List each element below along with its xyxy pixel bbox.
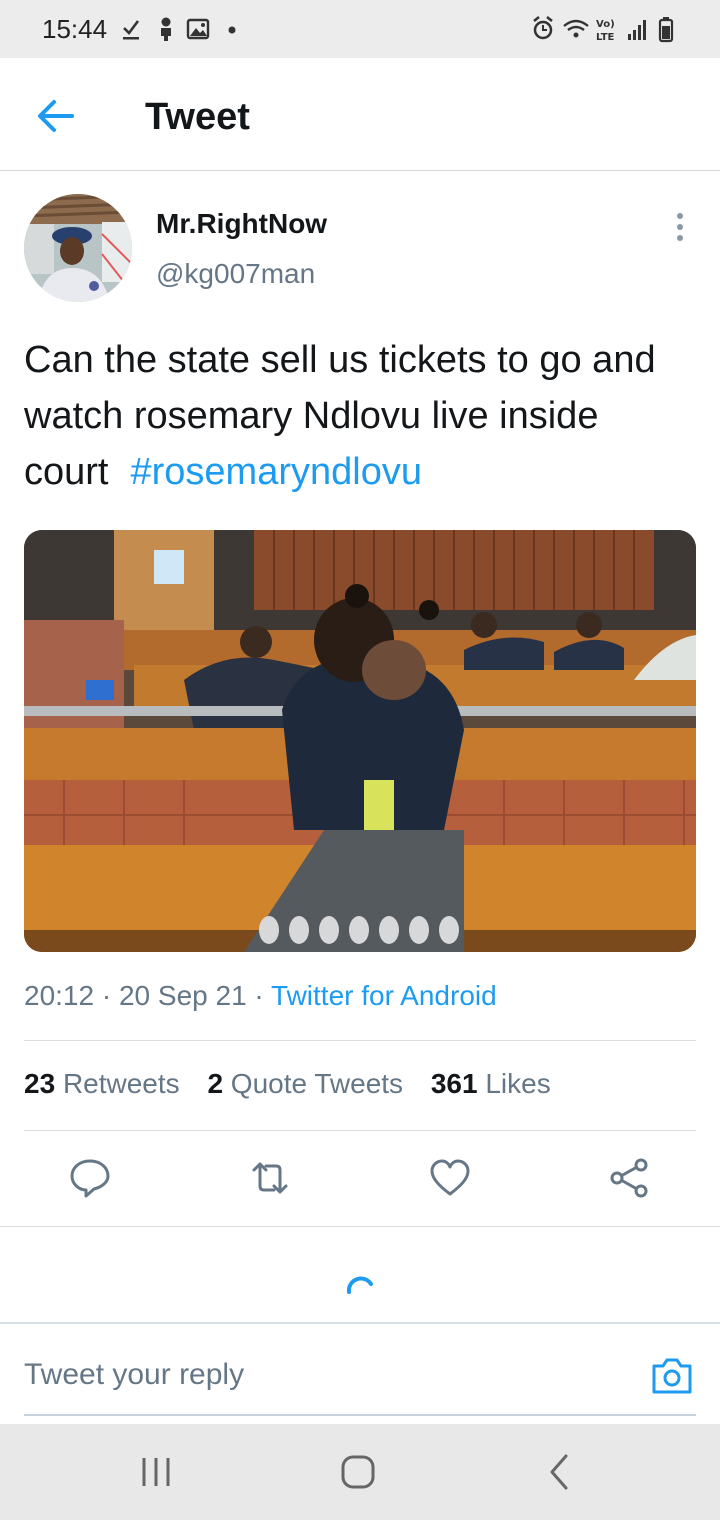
- system-back-icon[interactable]: [538, 1450, 582, 1494]
- tweet-date: 20 Sep 21: [118, 980, 247, 1011]
- notification-icons: [123, 17, 236, 41]
- heart-icon[interactable]: [428, 1156, 472, 1200]
- recent-apps-icon[interactable]: [134, 1450, 178, 1494]
- tweet-meta: 20:12 · 20 Sep 21 · Twitter for Android: [24, 980, 497, 1012]
- divider: [24, 1130, 696, 1131]
- status-bar: 15:44 Vo) LTE: [0, 0, 720, 58]
- app-bar: Tweet: [0, 58, 720, 171]
- home-icon[interactable]: [336, 1450, 380, 1494]
- status-time: 15:44: [42, 14, 108, 44]
- reply-composer: Tweet your reply: [0, 1322, 720, 1426]
- tweet-stats: 23 Retweets 2 Quote Tweets 361 Likes: [24, 1068, 571, 1100]
- retweets-stat[interactable]: 23 Retweets: [24, 1068, 180, 1099]
- likes-label: Likes: [485, 1068, 551, 1099]
- svg-text:Vo): Vo): [596, 19, 615, 30]
- tweet-text: Can the state sell us tickets to go and …: [24, 332, 694, 500]
- camera-icon[interactable]: [650, 1354, 694, 1398]
- meta-separator: ·: [101, 980, 112, 1011]
- reply-input[interactable]: Tweet your reply: [24, 1358, 244, 1392]
- quote-tweets-count: 2: [207, 1068, 224, 1099]
- reply-underline: [24, 1414, 696, 1416]
- more-vertical-icon[interactable]: [668, 210, 692, 244]
- divider: [0, 1226, 720, 1227]
- likes-count: 361: [430, 1068, 478, 1099]
- likes-stat[interactable]: 361 Likes: [431, 1068, 551, 1099]
- share-icon[interactable]: [607, 1156, 651, 1200]
- system-nav-bar: [0, 1424, 720, 1520]
- author-handle[interactable]: @kg007man: [156, 258, 315, 290]
- retweets-label: Retweets: [62, 1068, 180, 1099]
- retweet-icon[interactable]: [248, 1156, 292, 1200]
- svg-text:LTE: LTE: [596, 32, 615, 43]
- avatar[interactable]: [24, 194, 132, 302]
- page-title: Tweet: [145, 96, 250, 138]
- quote-tweets-label: Quote Tweets: [230, 1068, 404, 1099]
- tweet-time: 20:12: [24, 980, 95, 1011]
- loading-spinner-icon: [346, 1276, 373, 1294]
- author-name[interactable]: Mr.RightNow: [156, 208, 327, 240]
- quote-tweets-stat[interactable]: 2 Quote Tweets: [207, 1068, 403, 1099]
- retweets-count: 23: [24, 1068, 56, 1099]
- tweet-source-link[interactable]: Twitter for Android: [271, 980, 497, 1011]
- divider: [24, 1040, 696, 1041]
- hashtag-link[interactable]: #rosemaryndlovu: [130, 451, 421, 493]
- system-status-icons: Vo) LTE: [533, 16, 674, 43]
- tweet-photo[interactable]: [24, 530, 696, 952]
- comment-icon[interactable]: [68, 1156, 112, 1200]
- arrow-left-icon[interactable]: [34, 96, 78, 136]
- meta-separator: ·: [254, 980, 264, 1011]
